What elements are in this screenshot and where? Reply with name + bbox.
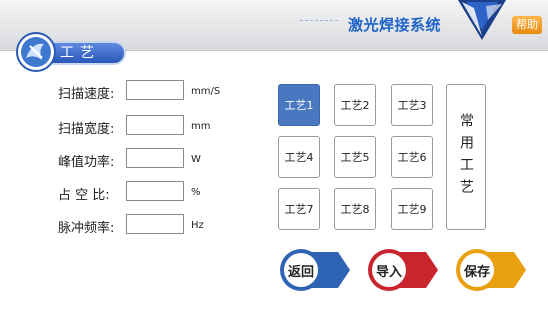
param-unit: mm/S [191, 86, 221, 97]
scan-width-input[interactable] [126, 115, 184, 135]
back-label: 返回 [287, 265, 314, 280]
scan-speed-input[interactable] [126, 80, 184, 100]
app-title: 激光焊接系统 [348, 16, 442, 34]
process-8-button[interactable]: 工艺8 [334, 188, 376, 230]
param-label: 峰值功率: [58, 155, 115, 170]
param-unit: Hz [191, 220, 204, 231]
laser-icon [16, 32, 56, 72]
common-process-label: 常用工艺 [458, 113, 474, 201]
save-label: 保存 [463, 265, 490, 280]
save-button[interactable]: 保存 [450, 248, 528, 292]
param-label: 占 空 比: [58, 188, 110, 203]
param-unit: W [191, 154, 201, 165]
param-label: 扫描宽度: [58, 122, 115, 137]
duty-cycle-input[interactable] [126, 181, 184, 201]
process-2-button[interactable]: 工艺2 [334, 84, 376, 126]
process-7-button[interactable]: 工艺7 [278, 188, 320, 230]
header-divider [300, 20, 338, 21]
param-unit: % [191, 187, 201, 198]
common-process-button[interactable]: 常用工艺 [446, 84, 486, 230]
param-label: 扫描速度: [58, 87, 115, 102]
process-6-button[interactable]: 工艺6 [391, 136, 433, 178]
pulse-frequency-input[interactable] [126, 214, 184, 234]
param-label: 脉冲频率: [58, 221, 115, 236]
section-title: 工艺 [60, 45, 100, 61]
process-1-button[interactable]: 工艺1 [278, 84, 320, 126]
logo-icon [458, 0, 506, 40]
process-5-button[interactable]: 工艺5 [334, 136, 376, 178]
param-unit: mm [191, 121, 211, 132]
help-button[interactable]: 帮助 [512, 16, 542, 34]
section-badge: 工艺 [16, 32, 126, 72]
import-button[interactable]: 导入 [362, 248, 440, 292]
process-9-button[interactable]: 工艺9 [391, 188, 433, 230]
process-4-button[interactable]: 工艺4 [278, 136, 320, 178]
process-3-button[interactable]: 工艺3 [391, 84, 433, 126]
import-label: 导入 [375, 265, 402, 280]
peak-power-input[interactable] [126, 148, 184, 168]
back-button[interactable]: 返回 [274, 248, 352, 292]
